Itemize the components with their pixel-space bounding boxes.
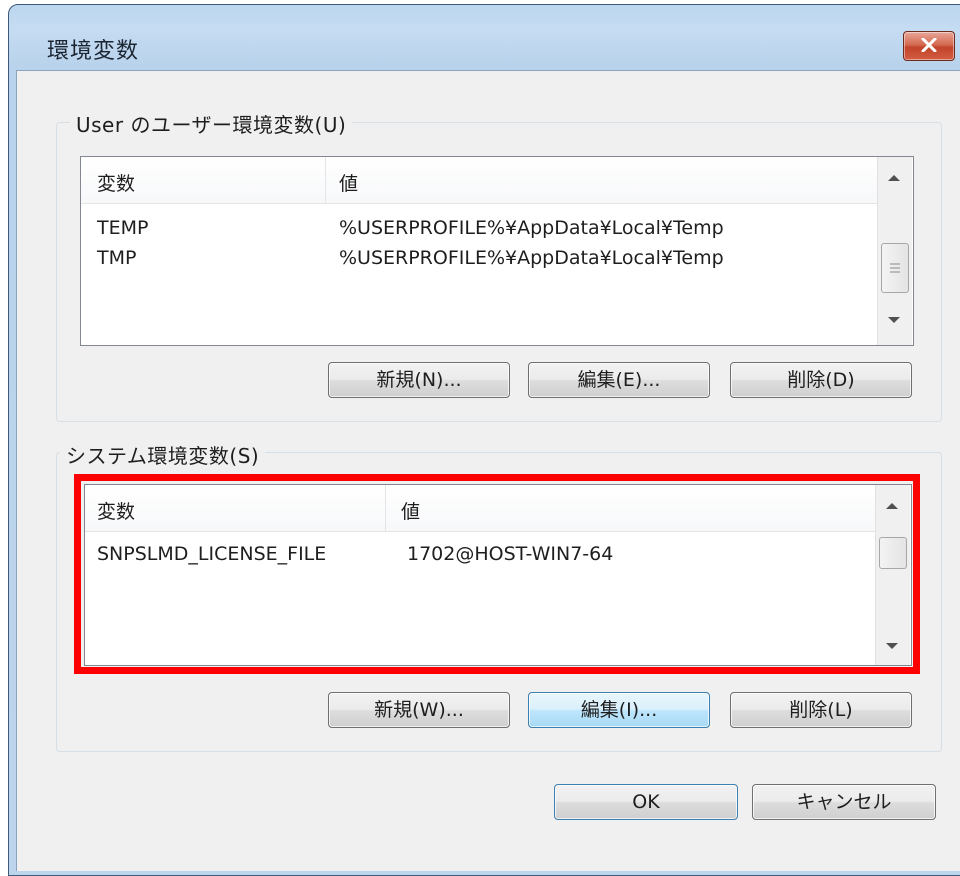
system-variables-legend: システム環境変数(S) <box>60 440 266 469</box>
user-variables-legend: User のユーザー環境変数(U) <box>70 109 353 138</box>
vertical-scrollbar[interactable] <box>877 157 912 345</box>
list-header: 変数 値 <box>81 157 877 204</box>
user-variables-list[interactable]: 変数 値 TEMP %USERPROFILE%¥AppData¥Local¥Te… <box>80 156 914 346</box>
red-highlight-box <box>74 474 920 674</box>
system-delete-button[interactable]: 削除(L) <box>730 692 912 728</box>
close-icon <box>921 38 937 52</box>
scroll-up-arrow-icon[interactable] <box>888 175 900 181</box>
column-header-value[interactable]: 値 <box>339 169 358 196</box>
scroll-thumb[interactable] <box>881 243 909 293</box>
scroll-down-arrow-icon[interactable] <box>888 317 900 323</box>
close-button[interactable] <box>903 31 955 61</box>
list-item-variable[interactable]: TMP <box>97 247 136 269</box>
system-edit-button[interactable]: 編集(I)... <box>528 692 710 728</box>
user-edit-button[interactable]: 編集(E)... <box>528 362 710 398</box>
cancel-button[interactable]: キャンセル <box>752 784 936 820</box>
column-header-variable[interactable]: 変数 <box>97 169 135 196</box>
window-title: 環境変数 <box>47 39 140 64</box>
column-divider[interactable] <box>325 157 326 203</box>
ok-button[interactable]: OK <box>554 784 738 820</box>
user-new-button[interactable]: 新規(N)... <box>328 362 510 398</box>
grip-icon <box>890 263 900 273</box>
user-delete-button[interactable]: 削除(D) <box>730 362 912 398</box>
list-item-value[interactable]: %USERPROFILE%¥AppData¥Local¥Temp <box>339 247 724 269</box>
list-item-value[interactable]: %USERPROFILE%¥AppData¥Local¥Temp <box>339 217 724 239</box>
system-new-button[interactable]: 新規(W)... <box>328 692 510 728</box>
list-item-variable[interactable]: TEMP <box>97 217 148 239</box>
